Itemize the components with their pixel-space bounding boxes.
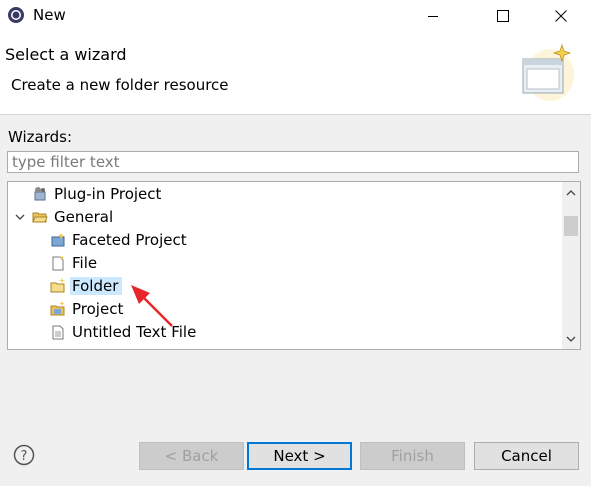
filter-input[interactable]: [7, 151, 579, 173]
header-title: Select a wizard: [5, 45, 127, 64]
wizard-header: Select a wizard Create a new folder reso…: [0, 31, 591, 115]
tree-item-label: File: [72, 254, 98, 272]
tree-item-label: Untitled Text File: [72, 323, 197, 341]
tree-item-folder[interactable]: Folder: [50, 275, 123, 297]
scroll-thumb[interactable]: [564, 216, 578, 236]
tree-item-plugin-project[interactable]: Plug-in Project: [32, 183, 161, 205]
wizard-tree[interactable]: Plug-in Project General Faceted Project …: [7, 181, 581, 350]
cancel-button[interactable]: Cancel: [474, 442, 579, 470]
tree-item-label: Folder: [70, 277, 123, 295]
chevron-down-icon[interactable]: [14, 209, 26, 225]
scroll-down-arrow[interactable]: [562, 330, 580, 348]
tree-item-label: Project: [72, 300, 124, 318]
close-button[interactable]: [538, 0, 584, 31]
chevron-up-icon: [566, 190, 576, 196]
faceted-project-icon: [50, 232, 66, 248]
help-icon[interactable]: ?: [13, 444, 35, 466]
tree-item-label: Faceted Project: [72, 231, 187, 249]
close-icon: [555, 9, 567, 22]
wizards-label: Wizards:: [8, 128, 73, 146]
minimize-button[interactable]: [410, 0, 456, 31]
eclipse-icon: [7, 6, 25, 24]
back-button[interactable]: < Back: [139, 442, 244, 470]
new-project-icon: [50, 301, 66, 317]
tree-item-general[interactable]: General: [14, 206, 113, 228]
next-button[interactable]: Next >: [247, 442, 352, 470]
scroll-up-arrow[interactable]: [562, 184, 580, 202]
tree-item-label: Plug-in Project: [54, 185, 162, 203]
chevron-down-icon: [566, 336, 576, 342]
plugin-project-icon: [32, 186, 48, 202]
title-bar: New: [0, 0, 591, 31]
tree-item-partial: [70, 344, 190, 349]
folder-open-icon: [32, 209, 48, 225]
minimize-icon: [428, 15, 438, 17]
tree-item-project[interactable]: Project: [50, 298, 123, 320]
tree-item-label: General: [54, 208, 114, 226]
tree-item-faceted-project[interactable]: Faceted Project: [50, 229, 187, 251]
header-description: Create a new folder resource: [11, 76, 229, 94]
wizard-banner-icon: [520, 41, 574, 101]
finish-button[interactable]: Finish: [360, 442, 465, 470]
maximize-button[interactable]: [480, 0, 526, 31]
text-file-icon: [50, 324, 66, 340]
tree-scrollbar[interactable]: [562, 182, 580, 349]
tree-item-untitled-text-file[interactable]: Untitled Text File: [50, 321, 196, 343]
new-folder-icon: [50, 278, 66, 294]
maximize-icon: [497, 9, 509, 22]
svg-text:?: ?: [21, 449, 28, 464]
new-file-icon: [50, 255, 66, 271]
window-title: New: [33, 6, 66, 24]
tree-item-file[interactable]: File: [50, 252, 97, 274]
